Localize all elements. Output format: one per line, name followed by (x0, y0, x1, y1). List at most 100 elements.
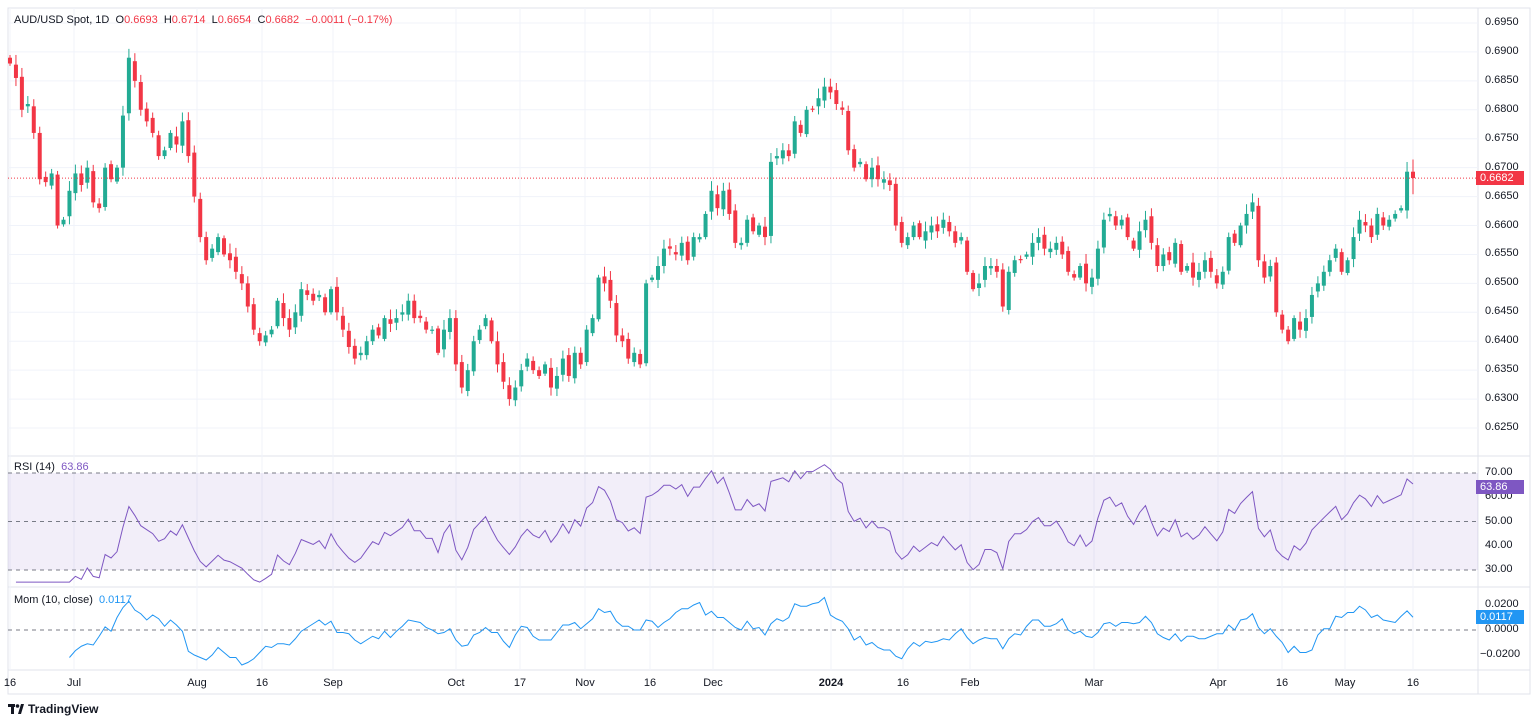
candle-body (1214, 275, 1219, 284)
candle-body (982, 266, 987, 280)
candle-body (650, 277, 655, 280)
x-tick-label: 16 (1406, 677, 1420, 689)
candle-body (870, 167, 875, 180)
price-tick-label: 0.6300 (1485, 392, 1519, 405)
x-tick-label: Mar (1084, 677, 1104, 689)
x-tick-label: 16 (896, 677, 910, 689)
candle-body (311, 293, 316, 301)
candle-body (436, 328, 441, 353)
candle-body (792, 121, 797, 154)
candle-body (495, 341, 500, 365)
candle-body (216, 237, 221, 253)
price-tick-label: 0.6600 (1485, 218, 1519, 231)
rsi-legend-value: 63.86 (61, 461, 89, 473)
price-tick-label: 0.6750 (1485, 131, 1519, 144)
candle-body (1078, 266, 1083, 278)
candle-body (858, 161, 863, 165)
price-tick-label: 0.6550 (1485, 247, 1519, 260)
price-tick-label: 0.6850 (1485, 73, 1519, 86)
price-tick-label: 0.6800 (1485, 102, 1519, 115)
candle-body (757, 225, 762, 235)
candle-body (323, 297, 328, 313)
candle-body (1327, 260, 1332, 272)
mom-label[interactable]: Mom (10, close) (14, 594, 93, 606)
candle-body (1179, 244, 1184, 272)
candle-body (971, 272, 976, 290)
candle-body (590, 318, 595, 334)
candle-body (174, 136, 179, 145)
price-tick-label: 0.6400 (1485, 334, 1519, 347)
candle-body (109, 164, 114, 180)
candle-body (1149, 216, 1154, 243)
candle-body (418, 315, 423, 319)
candle-body (132, 61, 137, 81)
candle-body (1363, 222, 1368, 226)
candle-body (1381, 217, 1386, 226)
rsi-tick-label: 40.00 (1485, 538, 1513, 551)
momentum-line (69, 596, 1414, 666)
open-label: O (115, 14, 125, 26)
candle-body (245, 283, 250, 307)
candle-body (1357, 219, 1362, 234)
candle-body (513, 387, 518, 401)
candle-body (120, 115, 125, 168)
candle-body (1315, 283, 1320, 292)
tradingview-logo[interactable]: TradingView (8, 702, 98, 716)
candle-body (584, 329, 589, 363)
candle-body (1107, 213, 1112, 217)
candle-body (1006, 271, 1011, 310)
candle-body (1339, 252, 1344, 272)
candle-body (1012, 260, 1017, 273)
candle-body (614, 303, 619, 336)
candle-body (1101, 219, 1106, 248)
candle-body (299, 289, 304, 316)
chart-canvas[interactable] (0, 0, 1536, 722)
candle-body (852, 149, 857, 168)
candle-body (905, 237, 910, 246)
candle-body (13, 64, 18, 78)
candle-body (251, 304, 256, 330)
candle-body (85, 167, 90, 183)
candle-body (507, 385, 512, 400)
mom-legend: Mom (10, close) 0.0117 (14, 594, 132, 606)
low-value: 0.6654 (217, 14, 252, 26)
x-tick-label: Feb (960, 677, 980, 689)
candle-body (661, 248, 666, 267)
candle-body (596, 277, 601, 320)
candle-body (1191, 262, 1196, 278)
candle-body (1369, 225, 1374, 238)
candle-body (626, 338, 631, 359)
candle-body (1274, 262, 1279, 313)
candle-body (786, 150, 791, 157)
candle-body (317, 294, 322, 298)
candle-body (1250, 202, 1255, 212)
candle-body (1393, 213, 1398, 219)
last-price-tag: 0.6682 (1476, 171, 1524, 185)
candle-body (67, 190, 72, 217)
candle-body (239, 274, 244, 284)
candle-body (233, 256, 238, 272)
rsi-label[interactable]: RSI (14) (14, 461, 55, 473)
candle-body (1351, 237, 1356, 260)
candle-body (275, 300, 280, 327)
candle-body (602, 276, 607, 284)
candle-body (1244, 213, 1249, 226)
symbol-title[interactable]: AUD/USD Spot, 1D (14, 14, 109, 26)
candle-body (1131, 240, 1136, 249)
candle-body (346, 330, 351, 348)
candle-body (810, 108, 815, 110)
candle-body (620, 335, 625, 342)
candle-body (525, 358, 530, 367)
x-tick-label: 16 (3, 677, 17, 689)
candle-body (935, 224, 940, 232)
candle-body (1375, 213, 1380, 235)
mom-tick-label: 0.0000 (1485, 623, 1519, 635)
rsi-tick-label: 70.00 (1485, 466, 1513, 478)
candle-body (305, 290, 310, 295)
candle-body (543, 364, 548, 374)
candle-body (959, 237, 964, 241)
candle-body (1226, 237, 1231, 271)
candle-body (1155, 245, 1160, 267)
candle-body (977, 283, 982, 288)
candle-body (1119, 219, 1124, 226)
